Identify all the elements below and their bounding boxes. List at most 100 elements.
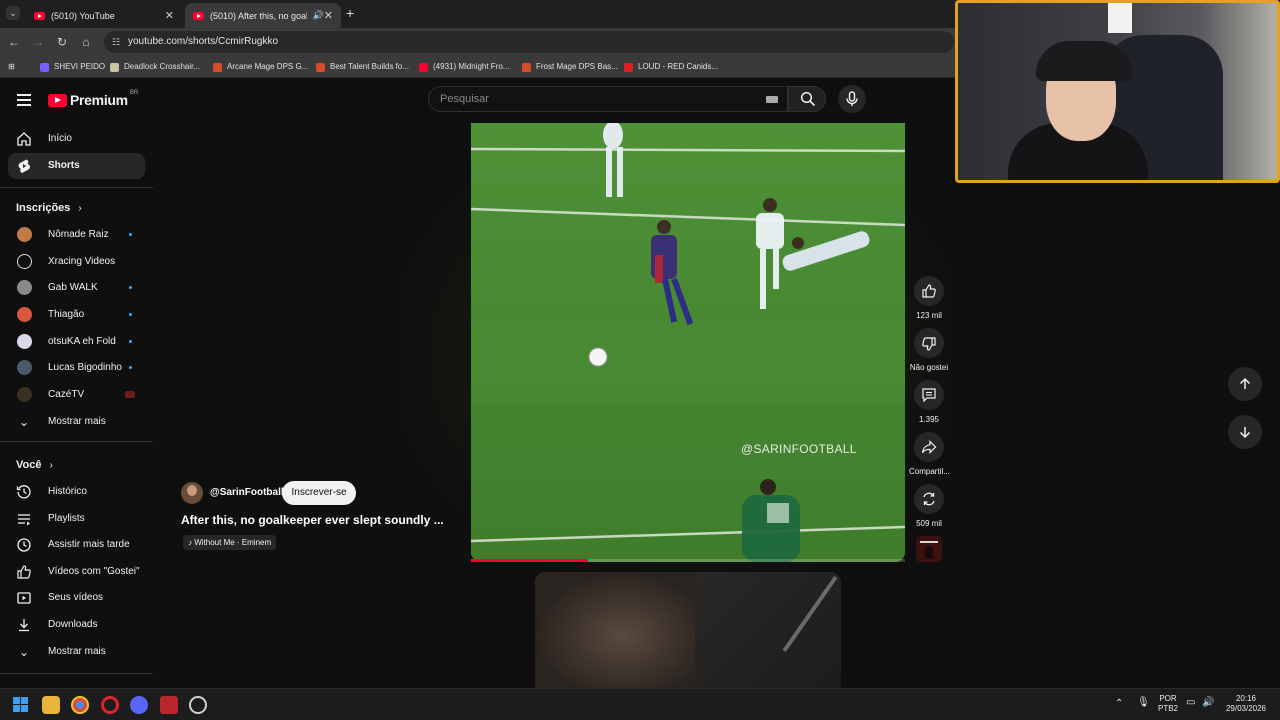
bookmark-item[interactable]: Frost Mage DPS Bas... bbox=[522, 60, 618, 74]
sidebar-item-subscription[interactable]: Nômade Raiz bbox=[8, 222, 145, 248]
bookmark-item[interactable]: (4931) Midnight Fro... bbox=[419, 60, 509, 74]
bookmark-item[interactable]: Deadlock Crosshair... bbox=[110, 60, 200, 74]
share-button[interactable]: Compartil... bbox=[909, 432, 950, 476]
sidebar-item-downloads[interactable]: Downloads bbox=[8, 612, 145, 638]
sidebar-item-home[interactable]: Início bbox=[8, 126, 145, 152]
remix-button[interactable]: 509 mil bbox=[909, 484, 949, 528]
channel-avatar[interactable] bbox=[181, 482, 203, 504]
windows-start-icon[interactable] bbox=[12, 696, 30, 714]
speaker-icon[interactable]: 🔊 bbox=[313, 10, 324, 21]
close-tab-icon[interactable]: ✕ bbox=[165, 9, 174, 22]
microphone-tray-icon[interactable]: 🎙 bbox=[1137, 698, 1150, 708]
sound-thumbnail[interactable] bbox=[916, 536, 942, 562]
site-info-icon[interactable]: ☷ bbox=[112, 37, 122, 47]
webcam-cap bbox=[1036, 41, 1132, 81]
sidebar-item-playlists[interactable]: Playlists bbox=[8, 506, 145, 532]
chevron-right-icon: › bbox=[78, 202, 82, 214]
bookmark-item[interactable]: SHEVI PEIDO bbox=[40, 60, 105, 74]
sidebar-item-subscription[interactable]: Lucas Bigodinho bbox=[8, 355, 145, 381]
subscriptions-heading[interactable]: Inscrições › bbox=[16, 202, 82, 214]
chevron-down-icon: ⌄ bbox=[18, 415, 30, 429]
you-heading[interactable]: Você › bbox=[16, 459, 53, 471]
file-explorer-icon[interactable] bbox=[42, 696, 60, 714]
bookmark-favicon-icon bbox=[316, 62, 325, 72]
video-progress-fill bbox=[471, 559, 589, 562]
opera-icon[interactable] bbox=[101, 696, 119, 714]
bookmark-favicon-icon bbox=[213, 62, 222, 72]
youtube-header: Premium BR Pesquisar bbox=[0, 79, 955, 123]
sidebar-item-subscription[interactable]: otsuKA eh Fold bbox=[8, 329, 145, 355]
voice-search-button[interactable] bbox=[838, 85, 866, 113]
comments-button[interactable]: 1.395 bbox=[909, 380, 949, 424]
shorts-icon bbox=[18, 159, 30, 173]
tab-search-icon[interactable]: ⌄ bbox=[6, 6, 20, 20]
chrome-icon[interactable] bbox=[71, 696, 89, 714]
forward-icon[interactable]: → bbox=[30, 34, 46, 50]
subscribe-button[interactable]: Inscrever-se bbox=[282, 481, 356, 505]
discord-icon[interactable] bbox=[130, 696, 148, 714]
new-tab-button[interactable]: + bbox=[346, 6, 354, 20]
music-chip[interactable]: ♪ Without Me · Eminem bbox=[183, 535, 277, 550]
avatar bbox=[17, 280, 32, 295]
sidebar-divider bbox=[0, 187, 153, 188]
video-progress-bar[interactable] bbox=[471, 559, 905, 562]
channel-name[interactable]: @SarinFootball bbox=[210, 487, 284, 498]
sidebar-item-subscription[interactable]: Thiagão bbox=[8, 302, 145, 328]
browser-tab-short[interactable]: (5010) After this, no goalke 🔊 ✕ bbox=[185, 3, 341, 28]
network-icon[interactable]: ▭ bbox=[1186, 698, 1195, 708]
volume-icon[interactable]: 🔊 bbox=[1202, 698, 1214, 708]
avatar bbox=[17, 307, 32, 322]
avatar bbox=[17, 227, 32, 242]
video-watermark: @SARINFOOTBALL bbox=[741, 442, 857, 456]
chevron-down-icon: ⌄ bbox=[18, 645, 30, 659]
sidebar-item-subscription[interactable]: Xracing Videos bbox=[8, 249, 145, 275]
sidebar-item-history[interactable]: Histórico bbox=[8, 479, 145, 505]
like-count: 123 mil bbox=[916, 311, 942, 320]
bookmark-item[interactable]: Arcane Mage DPS G... bbox=[213, 60, 308, 74]
new-content-dot bbox=[129, 366, 132, 369]
short-title[interactable]: After this, no goalkeeper ever slept sou… bbox=[181, 513, 444, 527]
sidebar-item-liked[interactable]: Vídeos com "Gostei" bbox=[8, 559, 145, 585]
sidebar-item-subscription[interactable]: Gab WALK bbox=[8, 275, 145, 301]
close-tab-icon[interactable]: ✕ bbox=[324, 9, 333, 22]
short-channel-row: @SarinFootball Inscrever-se bbox=[181, 481, 461, 507]
bookmark-favicon-icon bbox=[419, 62, 428, 72]
clock[interactable]: 20:16 29/03/2026 bbox=[1222, 694, 1270, 714]
reload-icon[interactable]: ↻ bbox=[54, 34, 70, 50]
bookmark-item[interactable]: LOUD - RED Canids... bbox=[624, 60, 718, 74]
next-short-button[interactable] bbox=[1228, 415, 1262, 449]
short-video-player[interactable] bbox=[471, 123, 905, 562]
youtube-premium-logo[interactable]: Premium BR bbox=[48, 90, 138, 108]
you-show-more[interactable]: ⌄ Mostrar mais bbox=[8, 639, 145, 665]
liked-icon bbox=[17, 565, 31, 579]
home-page-icon[interactable]: ⌂ bbox=[78, 34, 94, 50]
address-bar[interactable]: youtube.com/shorts/CcmirRugkko bbox=[104, 31, 954, 53]
bookmark-item[interactable]: Best Talent Builds fo... bbox=[316, 60, 409, 74]
your-videos-icon bbox=[17, 592, 31, 604]
chevron-up-icon[interactable]: ⌃ bbox=[1115, 699, 1123, 709]
keyboard-icon[interactable] bbox=[766, 96, 778, 103]
dislike-button[interactable]: Não gostei bbox=[909, 328, 949, 372]
app-icon[interactable] bbox=[160, 696, 178, 714]
language-indicator[interactable]: POR PTB2 bbox=[1158, 694, 1178, 714]
subscriptions-show-more[interactable]: ⌄ Mostrar mais bbox=[8, 409, 145, 435]
sidebar-item-shorts[interactable]: Shorts bbox=[8, 153, 145, 179]
like-button[interactable]: 123 mil bbox=[909, 276, 949, 320]
menu-icon[interactable] bbox=[17, 94, 31, 106]
next-short-blur-left bbox=[535, 572, 695, 688]
youtube-favicon-icon bbox=[193, 11, 204, 20]
search-input[interactable]: Pesquisar bbox=[428, 86, 788, 112]
settings-icon[interactable] bbox=[189, 696, 207, 714]
search-button[interactable] bbox=[788, 86, 826, 112]
browser-tab-youtube[interactable]: (5010) YouTube ✕ bbox=[26, 3, 182, 28]
sidebar-item-your-videos[interactable]: Seus vídeos bbox=[8, 585, 145, 611]
remix-count: 509 mil bbox=[916, 519, 942, 528]
taskbar: ⌃ 🎙 POR PTB2 ▭ 🔊 20:16 29/03/2026 bbox=[0, 688, 1280, 720]
like-icon bbox=[922, 284, 936, 298]
back-icon[interactable]: ← bbox=[6, 34, 22, 50]
next-short-preview[interactable] bbox=[535, 572, 841, 688]
apps-icon[interactable]: ⊞ bbox=[8, 60, 15, 74]
sidebar-item-watch-later[interactable]: Assistir mais tarde bbox=[8, 532, 145, 558]
sidebar-item-subscription[interactable]: CazéTV bbox=[8, 382, 145, 408]
previous-short-button[interactable] bbox=[1228, 367, 1262, 401]
